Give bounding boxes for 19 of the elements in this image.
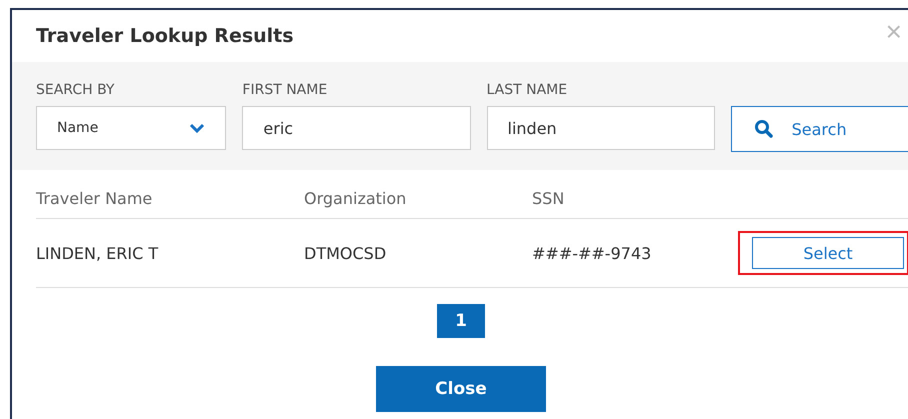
chevron-down-icon bbox=[189, 123, 206, 133]
select-button[interactable]: Select bbox=[752, 237, 904, 269]
search-button[interactable]: Search bbox=[730, 106, 908, 152]
search-icon bbox=[754, 119, 774, 139]
table-cell-text: DTMOCSD bbox=[304, 244, 388, 262]
column-header: SSN bbox=[532, 188, 566, 208]
field-label: SEARCH BY bbox=[36, 82, 116, 98]
column-header: Traveler Name bbox=[36, 188, 154, 208]
input-field[interactable]: eric bbox=[242, 106, 471, 150]
field-label: LAST NAME bbox=[486, 82, 568, 98]
table-cell-text: ###-##-9743 bbox=[532, 244, 652, 262]
column-header: Organization bbox=[304, 188, 408, 208]
field-label: FIRST NAME bbox=[242, 82, 328, 98]
search-by-dropdown[interactable]: Name bbox=[36, 106, 226, 150]
close-button[interactable]: Close bbox=[376, 366, 546, 412]
input-field[interactable]: linden bbox=[486, 106, 715, 150]
table-cell-text: LINDEN, ERIC T bbox=[36, 244, 160, 262]
page-button[interactable]: 1 bbox=[437, 304, 485, 338]
dialog-title: Traveler Lookup Results bbox=[36, 25, 294, 47]
